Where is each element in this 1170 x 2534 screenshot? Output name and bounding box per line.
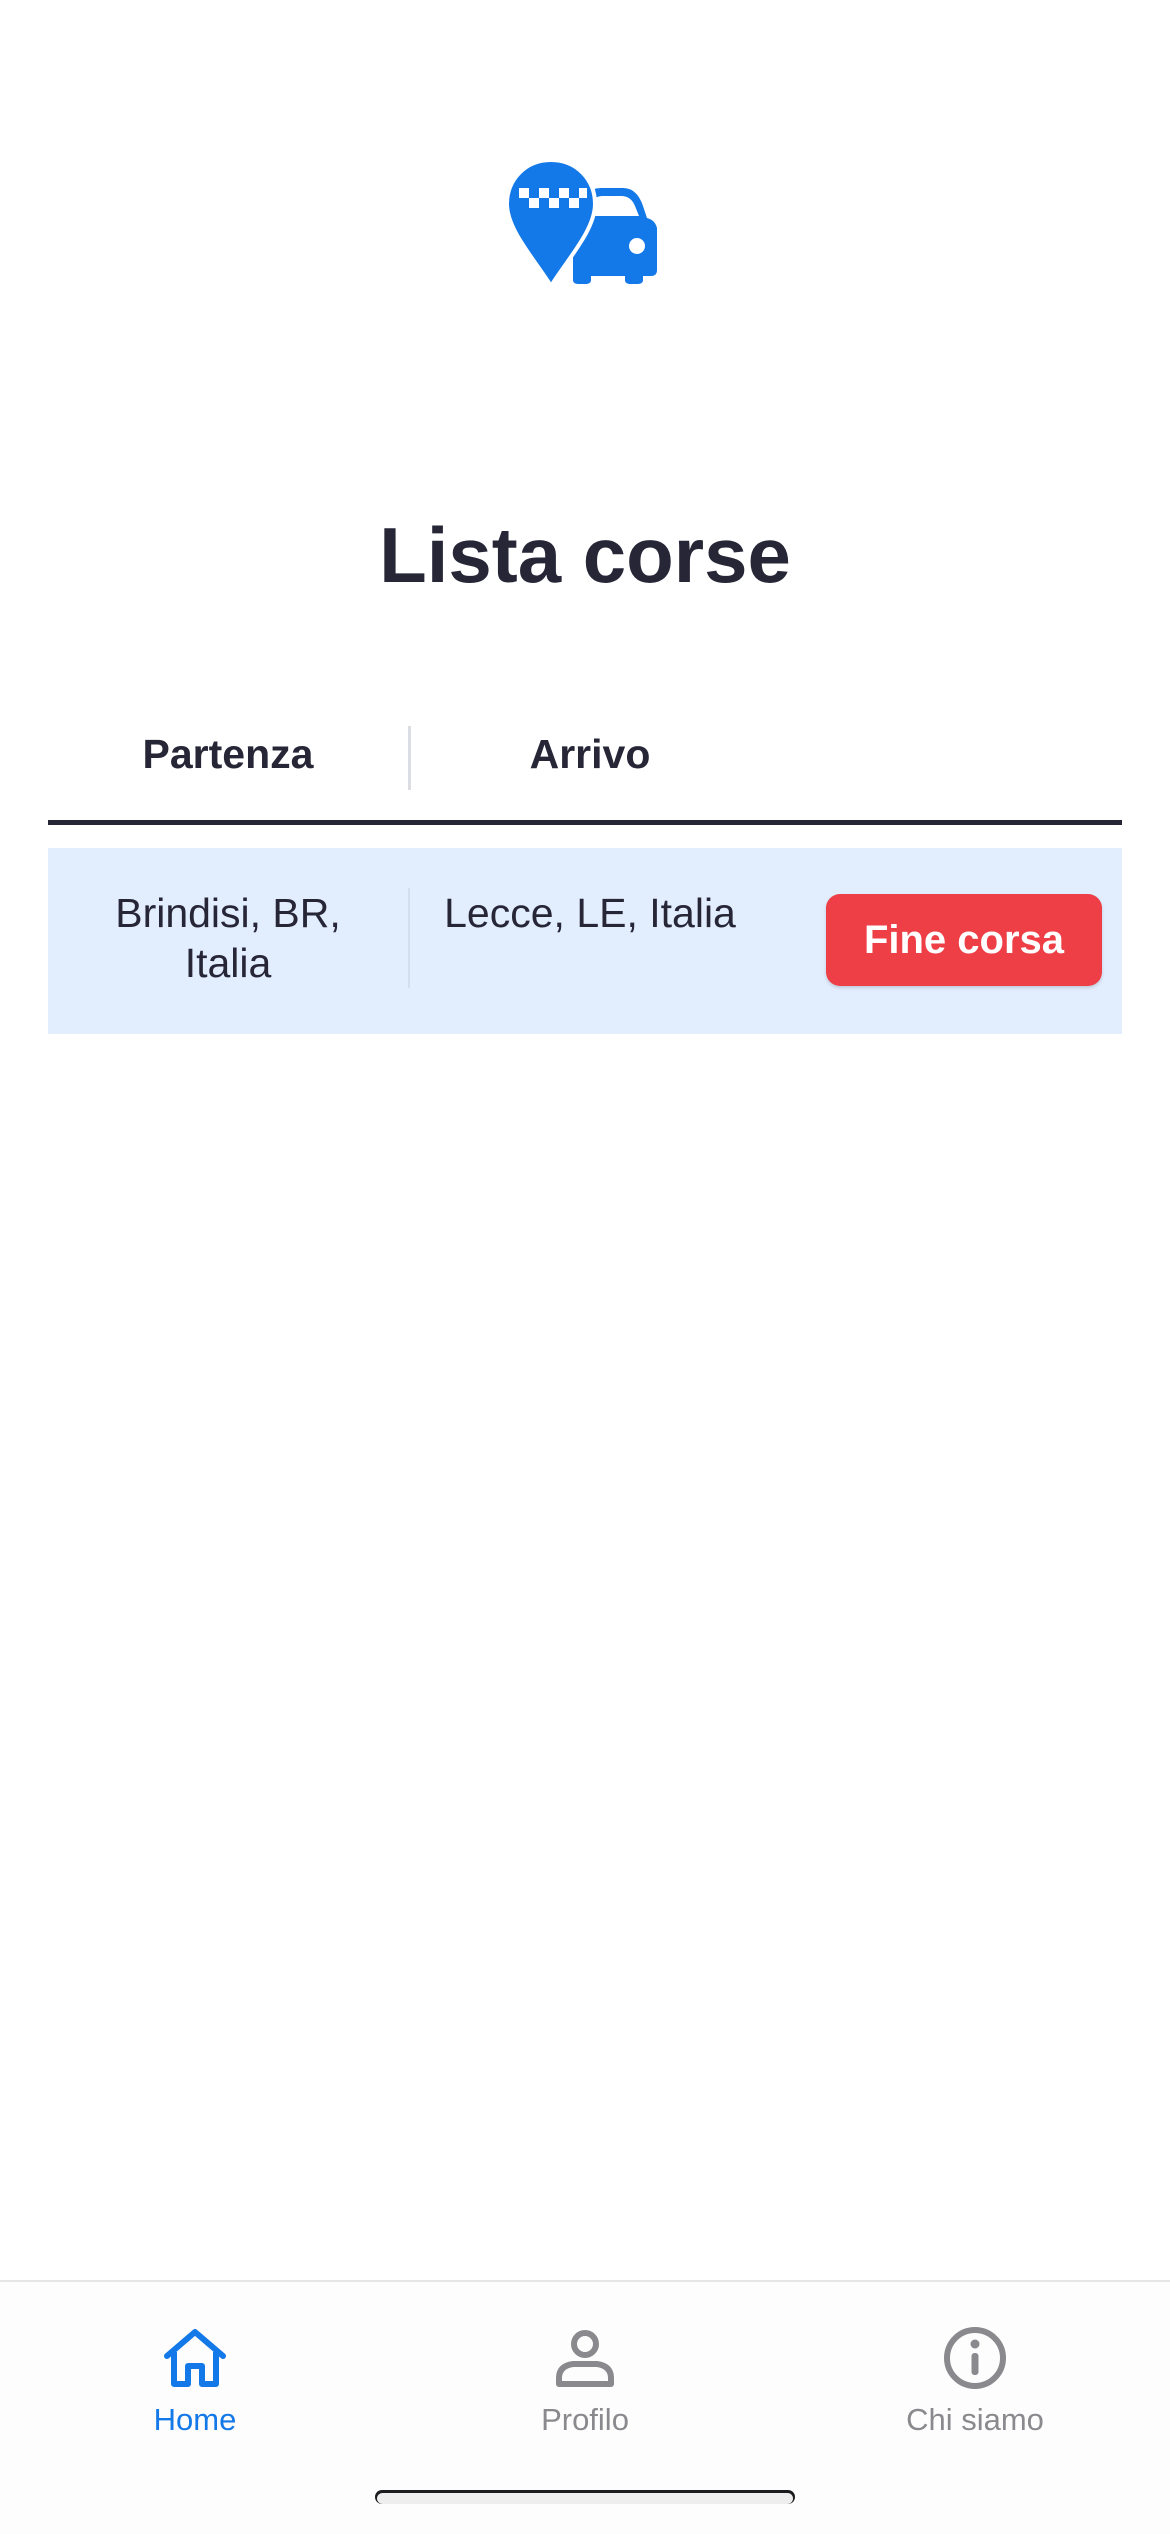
column-header-partenza: Partenza [142,731,314,777]
page-title: Lista corse [379,511,791,599]
tab-profile-label: Profilo [541,2402,629,2437]
tab-profile[interactable]: Profilo [390,2302,780,2452]
column-header-arrivo: Arrivo [529,731,651,777]
tab-home-label: Home [153,2402,237,2437]
cell-arrivo: Lecce, LE, Italia [444,890,736,936]
table-row: Brindisi, BR, Italia Lecce, LE, Italia F… [48,848,1122,1034]
person-icon [556,2330,614,2387]
home-icon [164,2329,226,2387]
info-icon [944,2327,1006,2389]
tab-about[interactable]: Chi siamo [780,2302,1170,2452]
end-ride-button[interactable]: Fine corsa [826,894,1102,986]
home-indicator[interactable] [375,2490,795,2504]
table-header: Partenza Arrivo [48,712,1122,825]
tab-about-label: Chi siamo [906,2402,1044,2437]
taxi-location-pin-car-icon [505,158,657,290]
cell-partenza: Brindisi, BR, Italia [115,890,341,986]
header-divider-line [48,820,1122,825]
tab-home[interactable]: Home [0,2302,390,2452]
